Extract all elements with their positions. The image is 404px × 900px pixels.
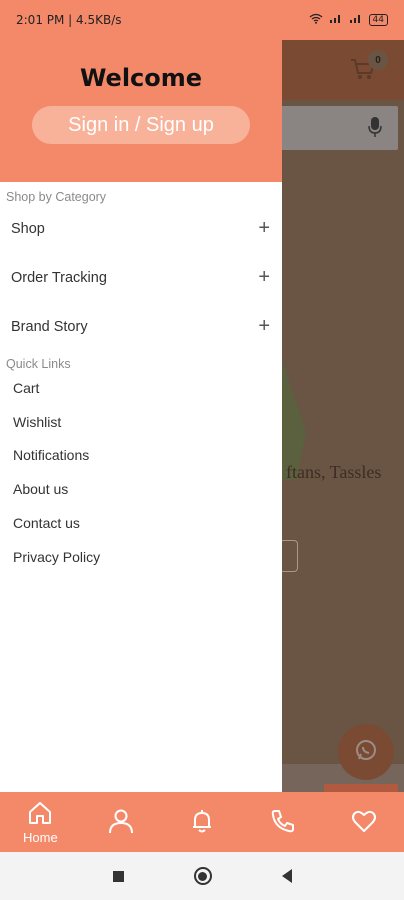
back-button[interactable]	[281, 869, 292, 883]
wifi-icon	[309, 13, 323, 27]
quick-link-privacy-policy[interactable]: Privacy Policy	[0, 540, 282, 574]
category-item-order-tracking[interactable]: Order Tracking +	[0, 253, 282, 302]
status-bar: 2:01 PM | 4.5KB/s 44	[0, 0, 404, 40]
quick-link-contact-us[interactable]: Contact us	[0, 506, 282, 540]
battery-icon: 44	[368, 14, 388, 26]
heart-icon	[350, 807, 378, 838]
category-item-shop[interactable]: Shop +	[0, 204, 282, 253]
category-label: Shop	[11, 220, 45, 237]
whatsapp-icon	[354, 738, 378, 767]
recents-button[interactable]	[112, 870, 124, 882]
mic-icon[interactable]	[368, 116, 382, 138]
quick-link-cart[interactable]: Cart	[0, 371, 282, 405]
drawer-header: Welcome Sign in / Sign up	[0, 40, 282, 182]
signal-icon-2	[349, 13, 363, 27]
nav-notifications[interactable]	[172, 807, 232, 838]
nav-account[interactable]	[91, 807, 151, 838]
plus-icon[interactable]: +	[258, 217, 270, 240]
category-label: Order Tracking	[11, 269, 107, 286]
background-button-fragment-2	[324, 784, 398, 792]
home-icon	[26, 799, 54, 830]
whatsapp-button[interactable]	[338, 724, 394, 780]
category-label: Brand Story	[11, 318, 88, 335]
navigation-drawer: Welcome Sign in / Sign up Shop by Catego…	[0, 40, 282, 792]
bottom-navigation: Home	[0, 792, 404, 852]
signal-icon	[329, 13, 343, 27]
plus-icon[interactable]: +	[258, 266, 270, 289]
nav-call[interactable]	[253, 807, 313, 838]
account-icon	[107, 807, 135, 838]
welcome-title: Welcome	[79, 64, 203, 92]
bell-icon	[188, 807, 216, 838]
nav-wishlist[interactable]	[334, 807, 394, 838]
quick-links-label: Quick Links	[6, 357, 71, 371]
shop-by-category-label: Shop by Category	[6, 190, 107, 204]
category-item-brand-story[interactable]: Brand Story +	[0, 302, 282, 351]
signin-button[interactable]: Sign in / Sign up	[32, 106, 250, 144]
quick-link-notifications[interactable]: Notifications	[0, 439, 282, 473]
quick-link-wishlist[interactable]: Wishlist	[0, 405, 282, 439]
home-system-button[interactable]	[193, 867, 212, 885]
phone-icon	[269, 807, 297, 838]
quick-link-about-us[interactable]: About us	[0, 472, 282, 506]
nav-home[interactable]: Home	[10, 799, 70, 845]
background-button-fragment	[282, 540, 298, 572]
background-tagline: ftans, Tassles	[286, 462, 382, 482]
status-time: 2:01 PM | 4.5KB/s	[16, 13, 122, 27]
nav-home-label: Home	[23, 830, 58, 845]
plus-icon[interactable]: +	[258, 315, 270, 338]
status-icons: 44	[309, 13, 388, 27]
cart-count-badge: 0	[368, 50, 388, 70]
system-navigation-bar	[0, 852, 404, 900]
